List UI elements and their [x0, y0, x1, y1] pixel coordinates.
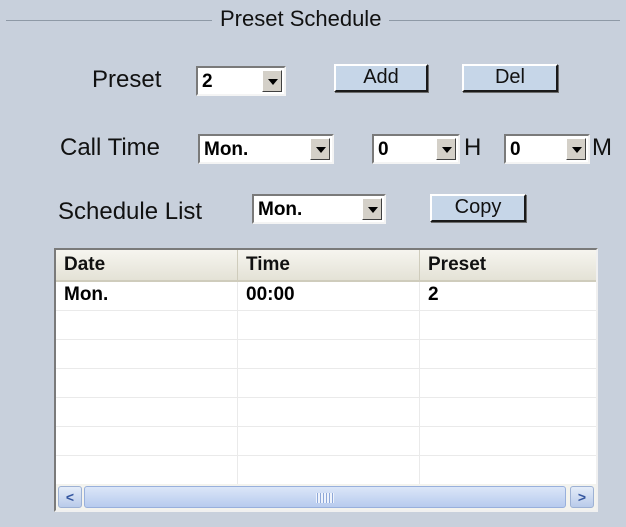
call-time-label: Call Time — [60, 134, 161, 161]
minute-unit-label: M — [592, 134, 612, 161]
time-cell — [238, 340, 420, 369]
date-cell — [56, 427, 238, 456]
preset-cell — [420, 456, 596, 485]
time-cell — [238, 311, 420, 340]
preset-cell — [420, 311, 596, 340]
copy-button[interactable]: Copy — [430, 194, 526, 222]
table-row[interactable] — [56, 340, 596, 369]
preset-cell — [420, 369, 596, 398]
date-cell — [56, 311, 238, 340]
table-row[interactable] — [56, 369, 596, 398]
table-row[interactable] — [56, 427, 596, 456]
hour-value: 0 — [378, 139, 389, 160]
preset-cell — [420, 340, 596, 369]
preset-cell — [420, 398, 596, 427]
schedule-table[interactable]: Date Time Preset Mon. 00:00 2 < > — [54, 248, 598, 512]
date-cell — [56, 456, 238, 485]
call-time-day-value: Mon. — [204, 139, 249, 160]
minute-select[interactable]: 0 — [504, 134, 590, 164]
scrollbar-thumb[interactable] — [84, 486, 566, 508]
hour-unit-label: H — [464, 134, 482, 161]
hour-select[interactable]: 0 — [372, 134, 460, 164]
column-header-time[interactable]: Time — [238, 250, 420, 280]
table-row[interactable] — [56, 311, 596, 340]
time-cell — [238, 398, 420, 427]
scroll-right-icon[interactable]: > — [570, 486, 594, 508]
chevron-down-icon[interactable] — [566, 138, 586, 160]
date-cell — [56, 369, 238, 398]
schedule-list-day-select[interactable]: Mon. — [252, 194, 386, 224]
chevron-down-icon[interactable] — [262, 70, 282, 92]
chevron-down-icon[interactable] — [310, 138, 330, 160]
horizontal-scrollbar[interactable]: < > — [56, 484, 596, 510]
date-cell: Mon. — [56, 282, 238, 311]
time-cell — [238, 456, 420, 485]
minute-value: 0 — [510, 139, 521, 160]
date-cell — [56, 340, 238, 369]
add-button[interactable]: Add — [334, 64, 428, 92]
chevron-down-icon[interactable] — [436, 138, 456, 160]
table-row[interactable]: Mon. 00:00 2 — [56, 282, 596, 311]
date-cell — [56, 398, 238, 427]
del-button[interactable]: Del — [462, 64, 558, 92]
time-cell — [238, 369, 420, 398]
time-cell — [238, 427, 420, 456]
column-header-date[interactable]: Date — [56, 250, 238, 280]
table-header: Date Time Preset — [56, 250, 596, 282]
column-header-preset[interactable]: Preset — [420, 250, 596, 280]
preset-cell: 2 — [428, 284, 439, 305]
time-cell: 00:00 — [238, 282, 420, 311]
preset-schedule-panel: Preset Schedule Preset 2 Add Del Call Ti… — [0, 0, 626, 527]
preset-select-value: 2 — [202, 71, 213, 92]
preset-select[interactable]: 2 — [196, 66, 286, 96]
call-time-day-select[interactable]: Mon. — [198, 134, 334, 164]
scrollbar-grip-icon — [316, 493, 334, 503]
schedule-list-label: Schedule List — [58, 198, 203, 225]
table-row[interactable] — [56, 456, 596, 485]
preset-cell — [420, 427, 596, 456]
schedule-list-day-value: Mon. — [258, 199, 303, 220]
scroll-left-icon[interactable]: < — [58, 486, 82, 508]
chevron-down-icon[interactable] — [362, 198, 382, 220]
groupbox-title: Preset Schedule — [212, 6, 390, 32]
table-row[interactable] — [56, 398, 596, 427]
preset-label: Preset — [92, 66, 162, 93]
